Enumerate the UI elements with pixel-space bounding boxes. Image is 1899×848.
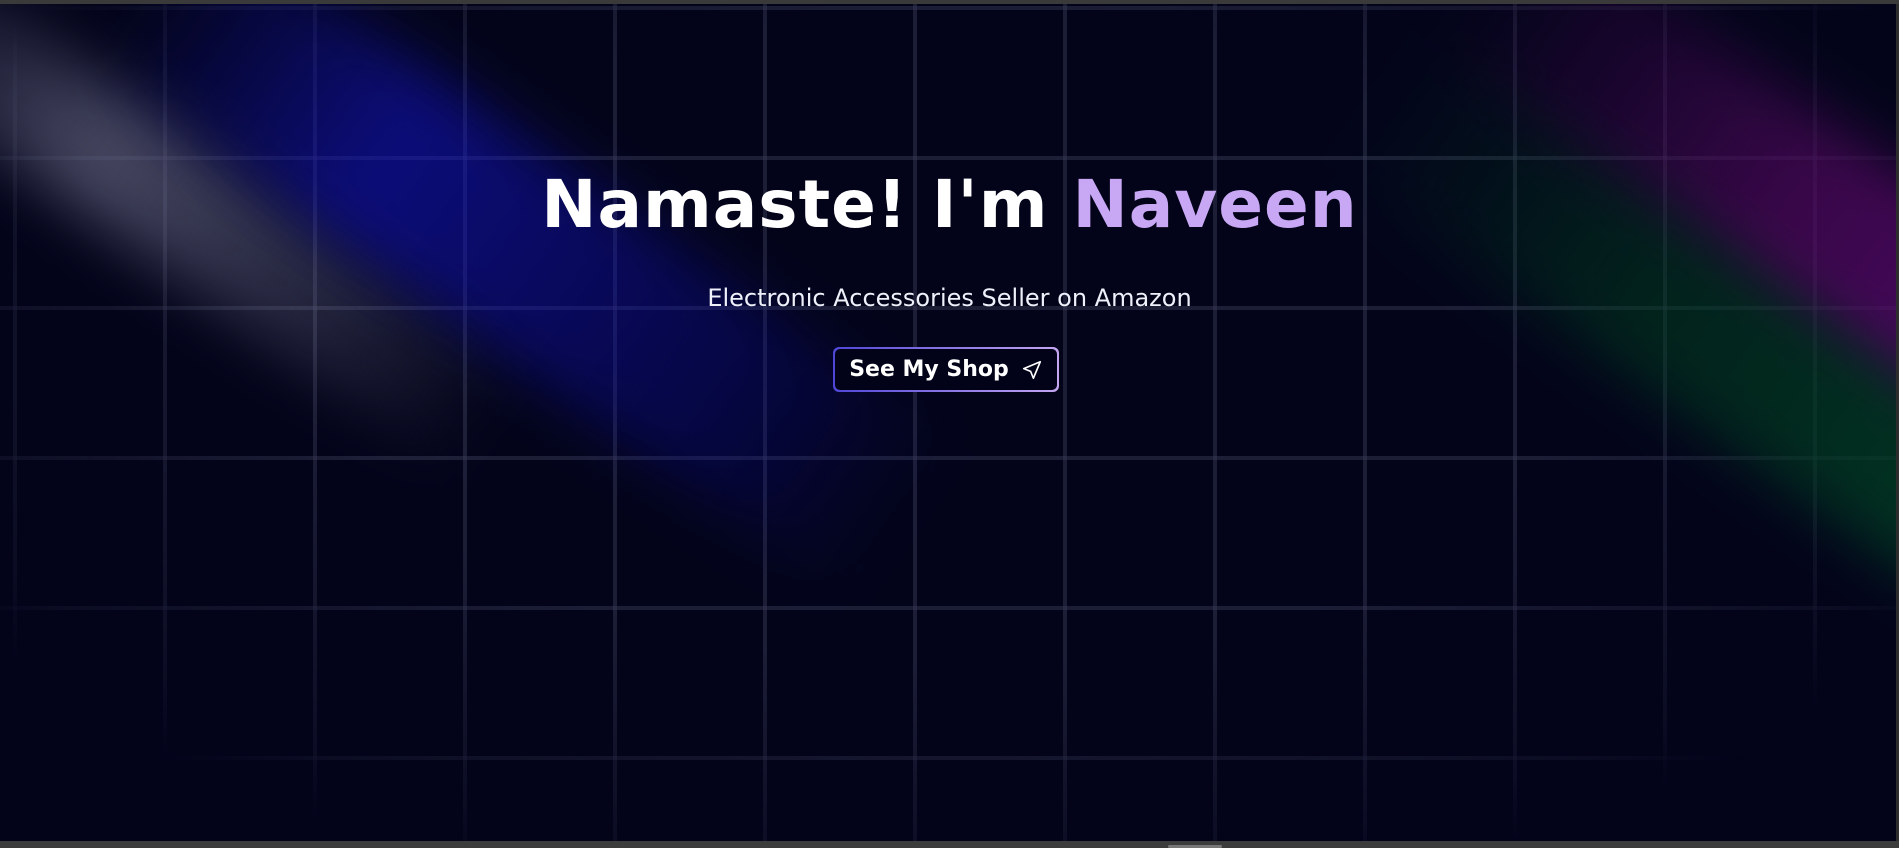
see-my-shop-button-body[interactable]: See My Shop	[835, 349, 1057, 390]
hero-title-greeting: Namaste! I'm	[541, 166, 1073, 243]
hero-subtitle: Electronic Accessories Seller on Amazon	[707, 284, 1192, 312]
hero-title-name: Naveen	[1072, 166, 1358, 243]
background-grid	[0, 4, 1899, 841]
see-my-shop-label: See My Shop	[849, 357, 1009, 382]
hero-title: Namaste! I'm Naveen	[0, 160, 1899, 250]
paper-plane-icon	[1021, 359, 1043, 381]
see-my-shop-button[interactable]: See My Shop	[833, 347, 1059, 392]
window-bottom-border	[0, 841, 1899, 848]
hero-section: Namaste! I'm Naveen Electronic Accessori…	[0, 4, 1899, 841]
